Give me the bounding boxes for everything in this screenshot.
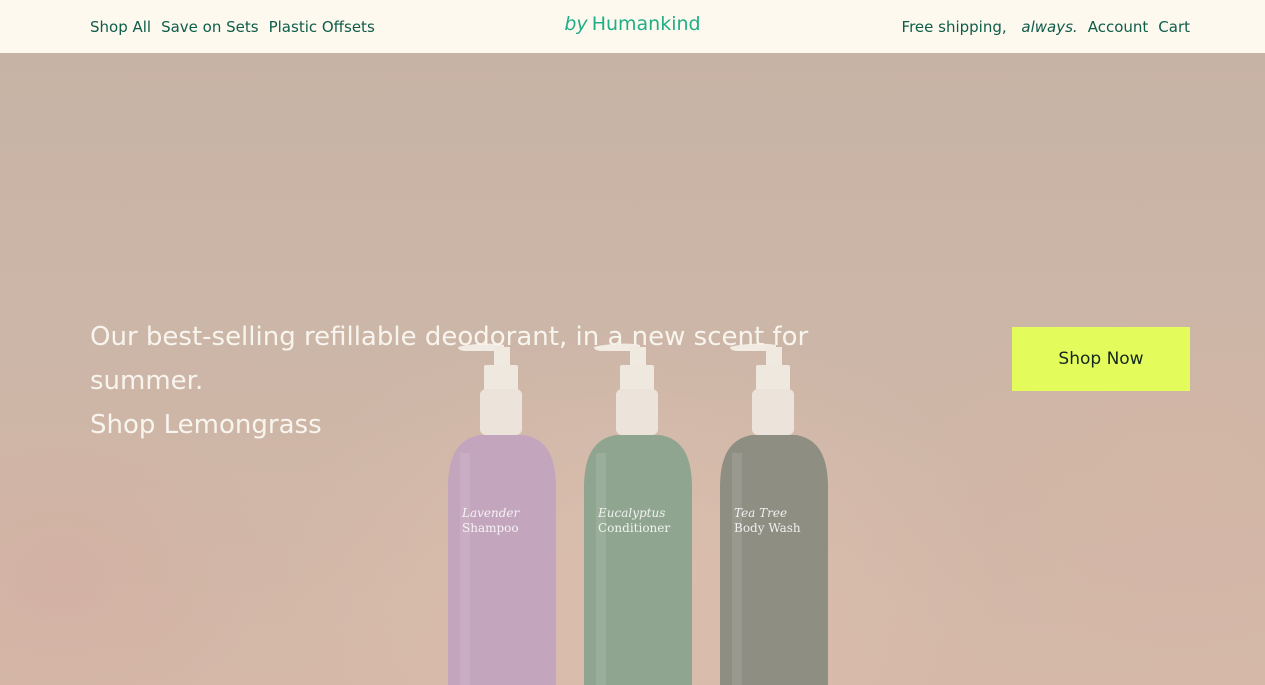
bottle-scent: Tea Tree (734, 506, 788, 520)
hero-headline-link[interactable]: Shop Lemongrass (90, 403, 910, 447)
bottle-kind: Shampoo (462, 521, 519, 535)
bottle-scent: Eucalyptus (598, 506, 666, 520)
primary-nav: Shop All Save on Sets Plastic Offsets (90, 18, 385, 36)
shipping-emphasis: always. (1021, 17, 1078, 36)
hero-headline-line1: Our best-selling refillable deodorant, i… (90, 322, 809, 396)
logo-prefix: by (564, 13, 588, 35)
nav-save-on-sets-link[interactable]: Save on Sets (161, 18, 259, 36)
bottle-label: Tea Tree Body Wash (734, 506, 801, 536)
bottle-scent: Lavender (462, 506, 520, 520)
bottle-kind: Conditioner (598, 521, 671, 535)
nav-plastic-offsets-link[interactable]: Plastic Offsets (269, 18, 375, 36)
shipping-prefix: Free shipping, (901, 17, 1007, 36)
logo-name: Humankind (591, 13, 701, 35)
free-shipping-notice: Free shipping, always. (902, 18, 1078, 36)
cart-link[interactable]: Cart (1158, 18, 1190, 36)
bottle-label: Eucalyptus Conditioner (598, 506, 670, 536)
account-link[interactable]: Account (1088, 18, 1149, 36)
hero-headline: Our best-selling refillable deodorant, i… (90, 315, 910, 447)
hero-banner: Lavender Shampoo Eucalyptus Conditioner (0, 53, 1265, 685)
bottle-label: Lavender Shampoo (462, 506, 519, 536)
top-nav: Shop All Save on Sets Plastic Offsets by… (0, 0, 1265, 53)
utility-nav: Free shipping, always. Account Cart (902, 18, 1190, 36)
logo-link[interactable]: by Humankind (564, 13, 700, 35)
bottle-kind: Body Wash (734, 521, 801, 535)
nav-shop-all-link[interactable]: Shop All (90, 18, 151, 36)
shop-now-button[interactable]: Shop Now (1012, 327, 1190, 391)
